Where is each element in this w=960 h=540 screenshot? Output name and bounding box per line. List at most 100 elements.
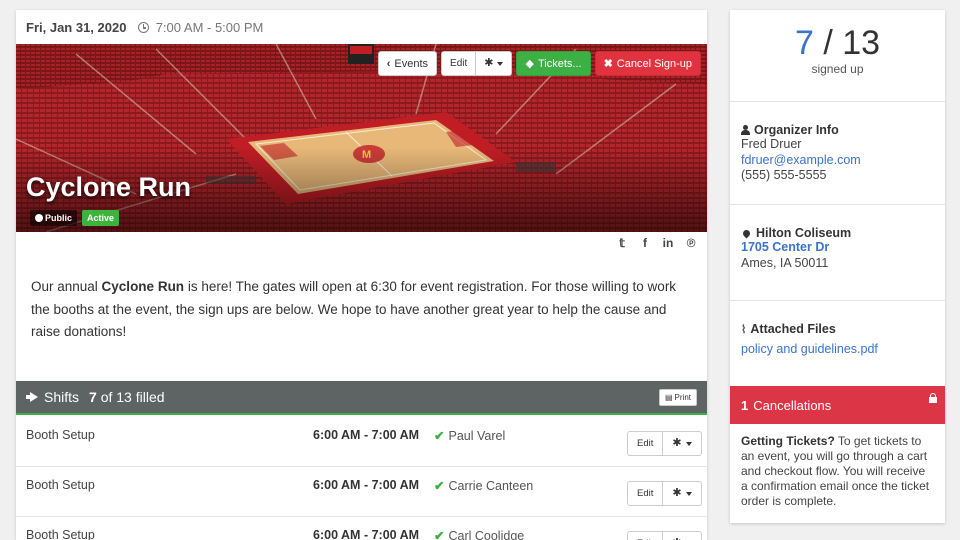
caret-down-icon: [497, 61, 504, 66]
paperclip-icon: ⌇: [741, 323, 747, 336]
shift-time: 6:00 AM - 7:00 AM: [313, 428, 420, 442]
shift-settings-dropdown[interactable]: ✱: [663, 481, 702, 506]
linkedin-icon[interactable]: in: [662, 236, 674, 250]
signup-current: 7: [794, 24, 814, 62]
event-badges: Public Active: [30, 210, 120, 226]
gear-icon: ✱: [484, 57, 494, 69]
shift-actions: Edit ✱: [627, 431, 702, 456]
close-icon: ✖: [603, 58, 613, 70]
globe-icon: [35, 214, 43, 222]
signup-total: 13: [842, 24, 881, 62]
shift-volunteer: ✔ Carl Coolidge: [434, 528, 524, 540]
event-actions: ‹ Events Edit ✱ ◆ Tickets... ✖ Cancel Si…: [377, 51, 701, 76]
shift-name: Booth Setup: [26, 528, 95, 540]
event-card: Fri, Jan 31, 2020 7:00 AM - 5:00 PM Cycl…: [16, 10, 707, 540]
event-time-wrap: 7:00 AM - 5:00 PM: [138, 20, 263, 35]
cancel-signup-label: Cancel Sign-up: [616, 57, 692, 70]
event-sidebar: 7 / 13 signed up Organizer Info Fred Dru…: [730, 10, 945, 523]
caret-down-icon: [685, 491, 692, 496]
print-icon: ▤: [664, 392, 673, 402]
edit-shift-button[interactable]: Edit: [627, 531, 664, 540]
gear-icon: ✱: [672, 487, 682, 499]
attached-files: ⌇ Attached Files policy and guidelines.p…: [730, 301, 945, 386]
shift-volunteer: ✔ Carrie Canteen: [434, 478, 533, 493]
event-time: 7:00 AM - 5:00 PM: [155, 20, 264, 35]
shift-time: 6:00 AM - 7:00 AM: [313, 478, 420, 492]
edit-shift-button[interactable]: Edit: [627, 431, 664, 456]
facebook-icon[interactable]: f: [639, 236, 651, 250]
location-address-link[interactable]: 1705 Center Dr: [741, 240, 934, 256]
location-title: Hilton Coliseum: [756, 226, 852, 240]
public-badge: Public: [30, 210, 78, 226]
shift-actions: Edit ✱: [627, 481, 702, 506]
signup-separator: /: [813, 24, 843, 62]
shifts-header: Shifts 7 of 13 filled ▤ Print: [16, 381, 707, 415]
shift-actions: Edit ✱: [627, 531, 702, 540]
organizer-name: Fred Druer: [741, 137, 802, 151]
check-icon: ✔: [434, 429, 445, 443]
shifts-filled-count: 7: [89, 389, 97, 405]
files-title: Attached Files: [750, 322, 836, 336]
organizer-info: Organizer Info Fred Druer fdruer@example…: [730, 102, 945, 205]
location-city: Ames, IA 50011: [741, 255, 829, 270]
print-button[interactable]: ▤ Print: [658, 388, 697, 406]
check-icon: ✔: [434, 529, 445, 540]
cancel-signup-button[interactable]: ✖ Cancel Sign-up: [594, 51, 701, 76]
location-title-row: Hilton Coliseum: [741, 226, 934, 240]
signup-summary: 7 / 13 signed up: [730, 10, 945, 102]
print-label: Print: [674, 392, 691, 402]
back-to-events-button[interactable]: ‹ Events: [377, 51, 438, 76]
shift-settings-dropdown[interactable]: ✱: [663, 531, 702, 540]
public-badge-label: Public: [45, 213, 73, 223]
cancellations-bar[interactable]: 1 Cancellations: [730, 386, 945, 424]
location-info: Hilton Coliseum 1705 Center Dr Ames, IA …: [730, 205, 945, 301]
edit-event-button[interactable]: Edit: [441, 51, 477, 76]
gear-icon: ✱: [672, 437, 682, 449]
shift-row: Booth Setup 6:00 AM - 7:00 AM ✔ Carrie Ca…: [16, 467, 707, 517]
signup-count: 7 / 13: [730, 24, 945, 62]
event-title: Cyclone Run: [26, 172, 192, 202]
shift-row: Booth Setup 6:00 AM - 7:00 AM ✔ Paul Vare…: [16, 417, 707, 467]
description-intro: Our annual: [31, 279, 102, 294]
event-description: Our annual Cyclone Run is here! The gate…: [31, 276, 693, 344]
tickets-button[interactable]: ◆ Tickets...: [516, 51, 591, 76]
user-icon: [741, 125, 750, 135]
organizer-title-row: Organizer Info: [741, 123, 934, 137]
ticket-icon: ◆: [525, 58, 534, 70]
event-settings-dropdown[interactable]: ✱: [476, 51, 513, 76]
events-button-label: Events: [394, 57, 429, 70]
tickets-button-label: Tickets...: [537, 57, 582, 70]
shifts-label: Shifts: [44, 389, 80, 405]
volunteer-name: Carrie Canteen: [448, 479, 534, 493]
event-date: Fri, Jan 31, 2020: [26, 20, 127, 35]
organizer-title: Organizer Info: [754, 123, 839, 137]
event-datetime: Fri, Jan 31, 2020 7:00 AM - 5:00 PM: [26, 20, 263, 35]
active-badge: Active: [82, 210, 120, 226]
organizer-email-link[interactable]: fdruer@example.com: [741, 153, 934, 169]
signup-label: signed up: [811, 62, 864, 76]
cancellations-label: Cancellations: [753, 397, 832, 413]
shifts-filled: 7 of 13 filled: [89, 389, 165, 405]
shifts-filled-rest: of 13 filled: [100, 389, 165, 405]
twitter-icon[interactable]: 𝕥: [616, 236, 628, 250]
check-icon: ✔: [434, 479, 445, 493]
caret-down-icon: [685, 441, 692, 446]
map-marker-icon: [741, 228, 752, 238]
files-title-row: ⌇ Attached Files: [741, 322, 934, 336]
cancellations-count: 1: [741, 397, 749, 413]
edit-shift-button[interactable]: Edit: [627, 481, 664, 506]
organizer-phone: (555) 555-5555: [741, 168, 827, 182]
shift-time: 6:00 AM - 7:00 AM: [313, 528, 420, 540]
shift-settings-dropdown[interactable]: ✱: [663, 431, 702, 456]
file-link[interactable]: policy and guidelines.pdf: [741, 342, 934, 358]
pinterest-icon[interactable]: ℗: [685, 236, 697, 250]
social-share: 𝕥 f in ℗: [616, 236, 697, 250]
shift-volunteer: ✔ Paul Varel: [434, 428, 505, 443]
edit-button-group: Edit ✱: [441, 51, 513, 76]
tickets-info: Getting Tickets? To get tickets to an ev…: [730, 424, 945, 519]
chevron-left-icon: ‹: [386, 57, 391, 70]
volunteer-name: Carl Coolidge: [448, 529, 525, 540]
shift-name: Booth Setup: [26, 428, 95, 442]
description-event-name: Cyclone Run: [101, 279, 185, 294]
event-hero-image: M Cyclone Run Public Active ‹ Events E: [16, 44, 707, 232]
